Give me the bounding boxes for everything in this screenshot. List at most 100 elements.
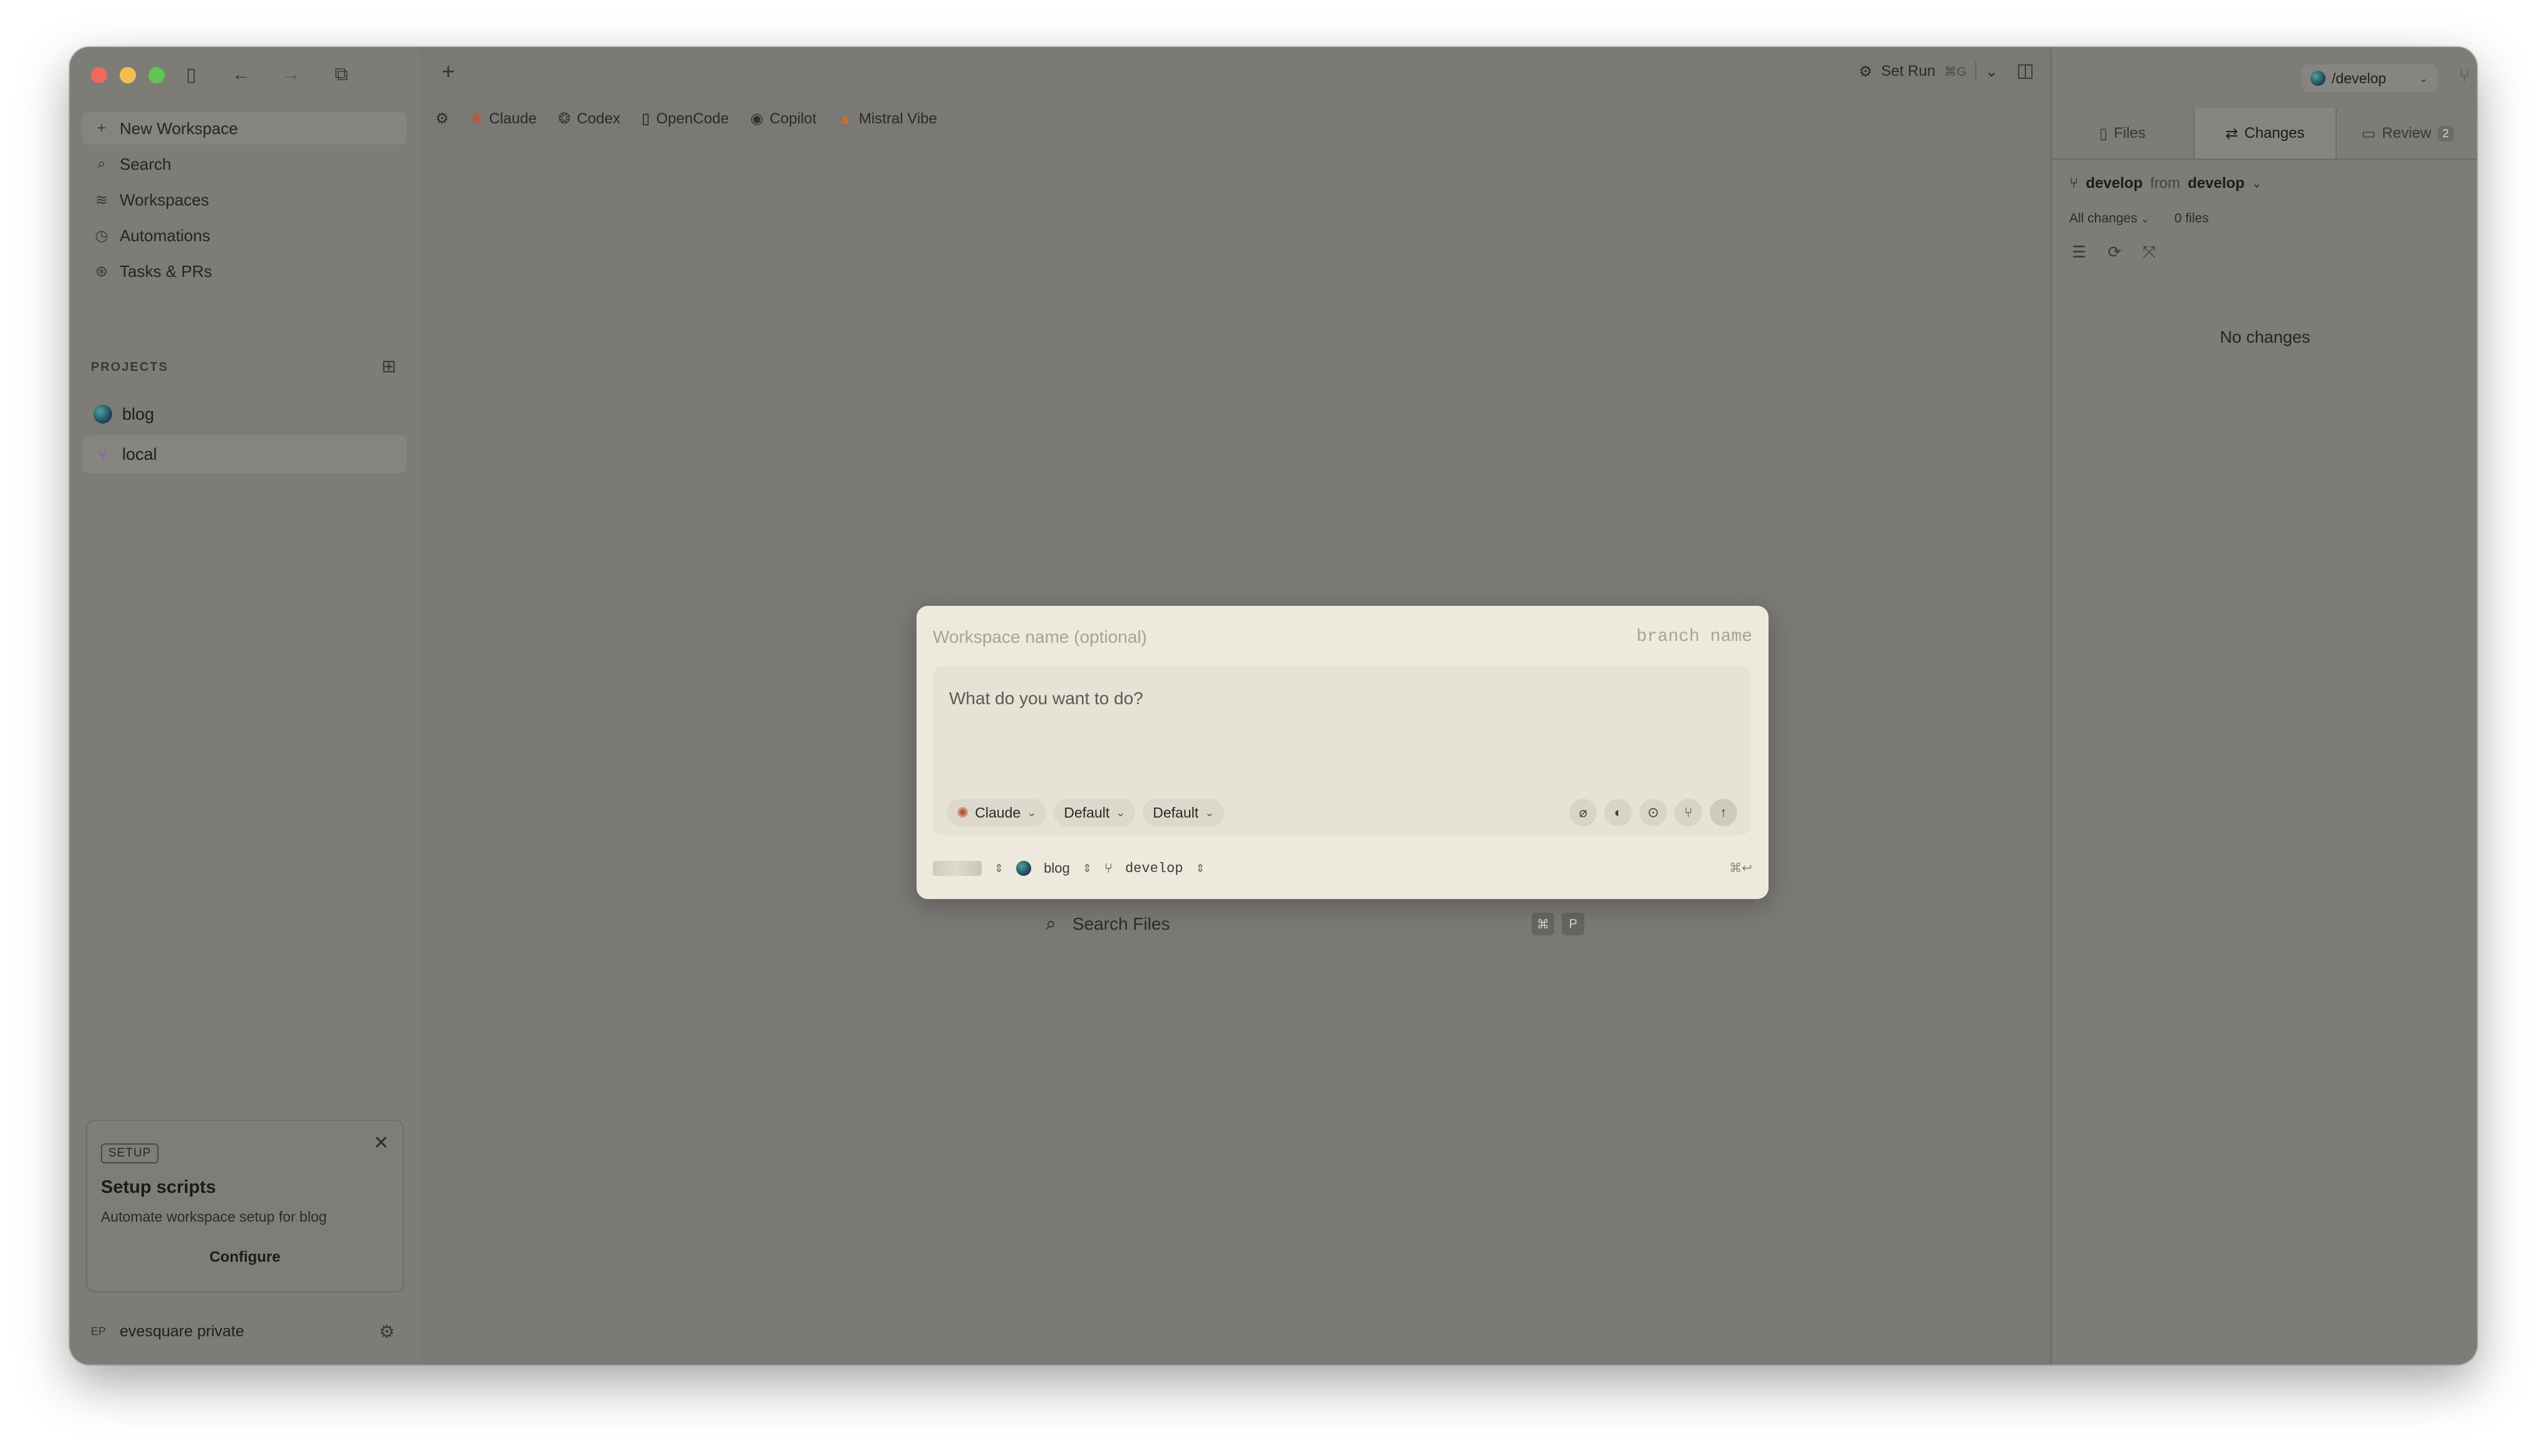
sidebar-item-label: Tasks & PRs bbox=[120, 261, 212, 281]
forward-arrow-icon[interactable]: → bbox=[281, 64, 301, 85]
codex-icon: ❂ bbox=[558, 110, 571, 127]
target-icon[interactable]: ⊙ bbox=[1639, 799, 1667, 826]
sidebar-item-new-workspace[interactable]: + New Workspace bbox=[82, 112, 407, 145]
gear-icon[interactable]: ⚙ bbox=[379, 1321, 395, 1342]
git-branch-icon[interactable]: ⑂ bbox=[2459, 66, 2470, 86]
updown-icon: ⇕ bbox=[1195, 861, 1205, 875]
project-item-blog[interactable]: blog bbox=[82, 395, 407, 433]
chevron-down-icon: ⌄ bbox=[1027, 806, 1037, 819]
mistral-icon: ▲ bbox=[838, 110, 853, 127]
set-run-shortcut: ⌘G bbox=[1944, 65, 1967, 79]
location-select[interactable] bbox=[933, 861, 982, 876]
back-arrow-icon[interactable]: ← bbox=[231, 64, 251, 85]
close-window-button[interactable] bbox=[91, 67, 107, 83]
branch-info: ⑂ develop from develop ⌄ bbox=[2069, 175, 2262, 192]
claude-icon: ✺ bbox=[470, 110, 483, 127]
globe-icon bbox=[93, 405, 112, 424]
paperclip-icon[interactable]: ⌀ bbox=[1569, 799, 1597, 826]
sidebar-item-tasks-prs[interactable]: ⊛ Tasks & PRs bbox=[82, 255, 407, 288]
agent-opencode[interactable]: ▯ OpenCode bbox=[642, 110, 729, 128]
base-branch-select[interactable]: develop bbox=[2188, 175, 2245, 192]
new-workspace-dialog: Workspace name (optional) branch name Wh… bbox=[917, 606, 1769, 899]
right-panel-toggle-icon[interactable]: ◫ bbox=[2017, 60, 2034, 81]
sidebar-toggle-icon[interactable]: ▯ bbox=[181, 65, 201, 85]
layers-icon: ≋ bbox=[95, 191, 108, 209]
sidebar-item-automations[interactable]: ◷ Automations bbox=[82, 219, 407, 252]
pull-request-icon[interactable]: ⑂ bbox=[1675, 799, 1702, 826]
base-branch-select[interactable]: develop bbox=[1125, 861, 1183, 876]
sidebar: ▯ ← → ⧉ + New Workspace ⌕ Search ≋ Works… bbox=[70, 47, 420, 1365]
branch-icon: ⑂ bbox=[1104, 860, 1113, 876]
project-select[interactable]: blog bbox=[1044, 860, 1070, 876]
mode-select-value: Default bbox=[1153, 804, 1199, 821]
empty-state: No changes bbox=[2220, 328, 2310, 346]
setup-title: Setup scripts bbox=[101, 1177, 216, 1197]
globe-icon bbox=[1016, 861, 1032, 876]
avatar: EP bbox=[91, 1325, 107, 1338]
branch-selector-value: /develop bbox=[2332, 70, 2386, 86]
send-arrow-icon[interactable]: ↑ bbox=[1710, 799, 1737, 826]
sidebar-item-workspaces[interactable]: ≋ Workspaces bbox=[82, 184, 407, 216]
prompt-placeholder: What do you want to do? bbox=[949, 689, 1143, 708]
setup-description: Automate workspace setup for blog bbox=[101, 1209, 327, 1225]
diff-icon: ⇄ bbox=[2225, 125, 2238, 142]
agent-mistral-vibe[interactable]: ▲ Mistral Vibe bbox=[838, 110, 937, 128]
agent-bar: ⚙ ✺ Claude ❂ Codex ▯ OpenCode ◉ Copilot … bbox=[435, 110, 937, 128]
app-window: ▯ ← → ⧉ + New Workspace ⌕ Search ≋ Works… bbox=[70, 47, 2477, 1365]
chevron-down-icon: ⌄ bbox=[1116, 806, 1126, 819]
set-run-button[interactable]: Set Run bbox=[1881, 63, 1936, 80]
project-item-local[interactable]: ⑂ local bbox=[82, 435, 407, 473]
chevron-down-icon: ⌄ bbox=[1205, 806, 1215, 819]
shortcut-key: ⌘ bbox=[1532, 913, 1554, 935]
branch-name-input[interactable]: branch name bbox=[1636, 627, 1752, 647]
agent-label: Claude bbox=[489, 110, 537, 127]
workspace-name-input[interactable]: Workspace name (optional) bbox=[933, 627, 1147, 647]
new-tab-button[interactable]: + bbox=[442, 58, 455, 85]
right-panel: /develop ⌄ ⑂ ▯ Files ⇄ Changes ▭ Review … bbox=[2050, 47, 2477, 1365]
comment-icon: ▭ bbox=[2361, 125, 2376, 142]
project-name: blog bbox=[122, 404, 155, 424]
layout-icon[interactable]: ⧉ bbox=[331, 64, 351, 85]
account-row[interactable]: EP evesquare private bbox=[91, 1323, 244, 1341]
mode-select-1[interactable]: Default ⌄ bbox=[1054, 799, 1136, 826]
gear-icon[interactable]: ⚙ bbox=[435, 110, 449, 128]
tab-label: Files bbox=[2114, 125, 2146, 142]
refresh-icon[interactable]: ⟳ bbox=[2107, 242, 2121, 263]
agent-select[interactable]: ✺ Claude ⌄ bbox=[947, 799, 1047, 826]
close-icon[interactable]: ✕ bbox=[373, 1132, 389, 1154]
tab-files[interactable]: ▯ Files bbox=[2052, 108, 2193, 159]
chevron-down-icon: ⌄ bbox=[2418, 71, 2428, 85]
agent-codex[interactable]: ❂ Codex bbox=[558, 110, 620, 128]
search-icon: ⌕ bbox=[1046, 913, 1056, 934]
branch-icon: ⑂ bbox=[98, 444, 108, 464]
collapse-icon[interactable]: ⤧ bbox=[2143, 242, 2156, 263]
tab-review[interactable]: ▭ Review 2 bbox=[2337, 108, 2477, 159]
globe-icon[interactable]: ◐ bbox=[1604, 799, 1632, 826]
zoom-window-button[interactable] bbox=[148, 67, 165, 83]
chevron-down-icon[interactable]: ⌄ bbox=[1985, 63, 1998, 81]
minimize-window-button[interactable] bbox=[120, 67, 136, 83]
divider bbox=[1975, 61, 1977, 82]
search-files-hint[interactable]: ⌕ Search Files ⌘ P bbox=[1046, 913, 1584, 935]
mode-select-2[interactable]: Default ⌄ bbox=[1143, 799, 1225, 826]
tab-label: Review bbox=[2382, 125, 2431, 142]
review-count-badge: 2 bbox=[2437, 125, 2454, 142]
plus-icon: + bbox=[96, 120, 106, 137]
tab-changes[interactable]: ⇄ Changes bbox=[2193, 108, 2337, 159]
agent-copilot[interactable]: ◉ Copilot bbox=[750, 110, 816, 128]
sidebar-item-search[interactable]: ⌕ Search bbox=[82, 148, 407, 180]
add-project-icon[interactable]: ⊞ bbox=[382, 356, 396, 377]
changes-filter-select[interactable]: All changes ⌄ bbox=[2069, 211, 2149, 226]
agent-claude[interactable]: ✺ Claude bbox=[470, 110, 537, 128]
set-run-control: ⚙ Set Run ⌘G ⌄ bbox=[1859, 61, 1998, 82]
chevron-down-icon[interactable]: ⌄ bbox=[2252, 177, 2262, 190]
setup-badge: SETUP bbox=[101, 1143, 159, 1163]
configure-button[interactable]: Configure bbox=[87, 1249, 403, 1266]
search-files-label: Search Files bbox=[1072, 914, 1170, 933]
tree-view-icon[interactable]: ☰ bbox=[2072, 242, 2086, 263]
branch-selector[interactable]: /develop ⌄ bbox=[2302, 65, 2437, 92]
sidebar-item-label: New Workspace bbox=[120, 118, 238, 138]
prompt-input[interactable]: What do you want to do? ✺ Claude ⌄ Defau… bbox=[933, 666, 1751, 835]
project-list: blog ⑂ local bbox=[82, 395, 407, 476]
globe-icon bbox=[2310, 71, 2325, 86]
